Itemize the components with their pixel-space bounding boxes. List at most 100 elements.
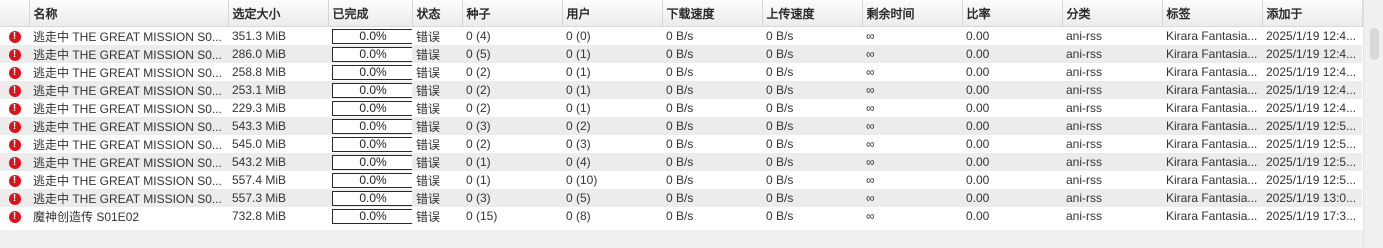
torrent-eta: ∞ [862, 63, 962, 81]
torrent-download-speed: 0 B/s [662, 63, 762, 81]
torrent-name: 逃走中 THE GREAT MISSION S0... [29, 99, 228, 117]
error-icon: ! [8, 192, 21, 205]
torrent-peers: 0 (4) [562, 153, 662, 171]
torrent-upload-speed: 0 B/s [762, 26, 862, 45]
torrent-progress: 0.0% [328, 63, 412, 81]
status-icon-cell: ! [0, 171, 29, 189]
torrent-category: ani-rss [1062, 26, 1162, 45]
torrent-eta: ∞ [862, 45, 962, 63]
table-row[interactable]: ! 逃走中 THE GREAT MISSION S0... 543.2 MiB 0.0… [0, 153, 1362, 171]
torrent-name: 逃走中 THE GREAT MISSION S0... [29, 63, 228, 81]
progress-bar: 0.0% [332, 100, 412, 116]
torrent-tags: Kirara Fantasia... [1162, 135, 1262, 153]
torrent-size: 543.3 MiB [228, 117, 328, 135]
torrent-state: 错误 [412, 135, 462, 153]
torrent-name: 逃走中 THE GREAT MISSION S0... [29, 81, 228, 99]
torrent-state: 错误 [412, 63, 462, 81]
torrent-download-speed: 0 B/s [662, 135, 762, 153]
column-header-peers[interactable]: 用户 [562, 0, 663, 27]
progress-bar: 0.0% [332, 28, 412, 44]
torrent-download-speed: 0 B/s [662, 45, 762, 63]
torrent-peers: 0 (2) [562, 117, 662, 135]
torrent-peers: 0 (5) [562, 189, 662, 207]
torrent-upload-speed: 0 B/s [762, 81, 862, 99]
torrent-ratio: 0.00 [962, 63, 1062, 81]
table-row[interactable]: ! 逃走中 THE GREAT MISSION S0... 229.3 MiB 0.0… [0, 99, 1362, 117]
torrent-progress: 0.0% [328, 153, 412, 171]
column-header-size[interactable]: 选定大小 [228, 0, 329, 27]
torrent-category: ani-rss [1062, 135, 1162, 153]
torrent-download-speed: 0 B/s [662, 153, 762, 171]
torrent-added-on: 2025/1/19 12:4... [1262, 81, 1362, 99]
table-row[interactable]: ! 逃走中 THE GREAT MISSION S0... 286.0 MiB 0.0… [0, 45, 1362, 63]
torrent-state: 错误 [412, 207, 462, 225]
column-header-name[interactable]: 名称 [29, 0, 229, 27]
table-row[interactable]: ! 逃走中 THE GREAT MISSION S0... 557.4 MiB 0.0… [0, 171, 1362, 189]
progress-bar: 0.0% [332, 118, 412, 134]
torrent-seeds: 0 (1) [462, 171, 562, 189]
torrent-size: 229.3 MiB [228, 99, 328, 117]
torrent-size: 543.2 MiB [228, 153, 328, 171]
table-row[interactable]: ! 逃走中 THE GREAT MISSION S0... 543.3 MiB 0.0… [0, 117, 1362, 135]
torrent-tags: Kirara Fantasia... [1162, 189, 1262, 207]
torrent-ratio: 0.00 [962, 81, 1062, 99]
torrent-seeds: 0 (4) [462, 26, 562, 45]
column-header-added-on[interactable]: 添加于 [1262, 0, 1363, 27]
status-icon-cell: ! [0, 117, 29, 135]
column-header-ratio[interactable]: 比率 [962, 0, 1063, 27]
empty-list-area[interactable] [0, 230, 1363, 248]
torrent-upload-speed: 0 B/s [762, 189, 862, 207]
torrent-category: ani-rss [1062, 81, 1162, 99]
table-row[interactable]: ! 逃走中 THE GREAT MISSION S0... 545.0 MiB 0.0… [0, 135, 1362, 153]
column-header-status[interactable] [0, 0, 30, 27]
vertical-scrollbar[interactable] [1363, 0, 1383, 248]
column-header-state[interactable]: 状态 [412, 0, 463, 27]
torrent-size: 253.1 MiB [228, 81, 328, 99]
torrent-eta: ∞ [862, 99, 962, 117]
torrent-download-speed: 0 B/s [662, 99, 762, 117]
column-header-category[interactable]: 分类 [1062, 0, 1163, 27]
status-icon-cell: ! [0, 135, 29, 153]
error-icon: ! [8, 120, 21, 133]
status-icon-cell: ! [0, 26, 29, 45]
torrent-progress: 0.0% [328, 135, 412, 153]
torrent-size: 732.8 MiB [228, 207, 328, 225]
column-header-seeds[interactable]: 种子 [462, 0, 563, 27]
torrent-name: 逃走中 THE GREAT MISSION S0... [29, 153, 228, 171]
status-icon-cell: ! [0, 45, 29, 63]
torrent-progress: 0.0% [328, 171, 412, 189]
table-row[interactable]: ! 逃走中 THE GREAT MISSION S0... 258.8 MiB 0.0… [0, 63, 1362, 81]
scrollbar-thumb[interactable] [1370, 28, 1379, 60]
torrent-size: 351.3 MiB [228, 26, 328, 45]
torrent-seeds: 0 (2) [462, 81, 562, 99]
column-header-download-speed[interactable]: 下载速度 [662, 0, 763, 27]
column-header-progress[interactable]: 已完成 [328, 0, 413, 27]
torrent-tags: Kirara Fantasia... [1162, 207, 1262, 225]
progress-bar: 0.0% [332, 136, 412, 152]
column-header-eta[interactable]: 剩余时间 [862, 0, 963, 27]
torrent-size: 258.8 MiB [228, 63, 328, 81]
torrent-tags: Kirara Fantasia... [1162, 171, 1262, 189]
torrent-ratio: 0.00 [962, 45, 1062, 63]
torrent-eta: ∞ [862, 153, 962, 171]
torrent-download-speed: 0 B/s [662, 207, 762, 225]
torrent-peers: 0 (1) [562, 99, 662, 117]
progress-bar: 0.0% [332, 64, 412, 80]
torrent-eta: ∞ [862, 81, 962, 99]
table-row[interactable]: ! 逃走中 THE GREAT MISSION S0... 253.1 MiB 0.0… [0, 81, 1362, 99]
column-header-tags[interactable]: 标签 [1162, 0, 1263, 27]
torrent-state: 错误 [412, 117, 462, 135]
torrent-name: 逃走中 THE GREAT MISSION S0... [29, 189, 228, 207]
progress-bar: 0.0% [332, 208, 412, 224]
torrent-state: 错误 [412, 45, 462, 63]
torrent-tags: Kirara Fantasia... [1162, 153, 1262, 171]
error-icon: ! [8, 102, 21, 115]
column-header-upload-speed[interactable]: 上传速度 [762, 0, 863, 27]
table-row[interactable]: ! 逃走中 THE GREAT MISSION S0... 351.3 MiB 0.0… [0, 26, 1362, 45]
table-row[interactable]: ! 魔神创造传 S01E02 732.8 MiB 0.0% 错误 0 (15) 0 (8) 0… [0, 207, 1362, 225]
torrent-added-on: 2025/1/19 12:5... [1262, 117, 1362, 135]
torrent-download-speed: 0 B/s [662, 81, 762, 99]
torrent-table: 名称 选定大小 已完成 状态 种子 用户 下载速度 上传速度 剩余时间 比率 分… [0, 0, 1363, 225]
table-row[interactable]: ! 逃走中 THE GREAT MISSION S0... 557.3 MiB 0.0… [0, 189, 1362, 207]
torrent-upload-speed: 0 B/s [762, 117, 862, 135]
